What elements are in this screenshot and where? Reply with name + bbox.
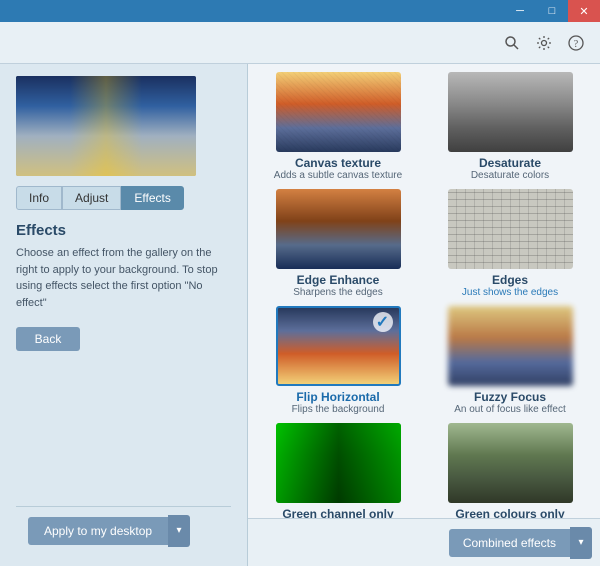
thumb-canvas-texture: [276, 72, 401, 152]
label-flip-horizontal: Flip Horizontal: [296, 390, 379, 404]
effect-flip-horizontal[interactable]: Flip Horizontal Flips the background: [256, 306, 420, 415]
section-title: Effects: [16, 222, 231, 239]
desc-flip-horizontal: Flips the background: [292, 404, 385, 415]
desc-edge-enhance: Sharpens the edges: [293, 287, 383, 298]
title-bar: ─ □ ✕: [0, 0, 600, 22]
effect-edge-enhance[interactable]: Edge Enhance Sharpens the edges: [256, 189, 420, 298]
left-panel: Info Adjust Effects Effects Choose an ef…: [0, 64, 248, 566]
desc-desaturate: Desaturate colors: [471, 170, 549, 181]
desc-fuzzy-focus: An out of focus like effect: [454, 404, 566, 415]
bottom-bar-right: Combined effects ▾: [248, 518, 600, 566]
combined-effects-button[interactable]: Combined effects: [449, 529, 570, 557]
thumb-green-colours: [448, 423, 573, 503]
thumb-desaturate: [448, 72, 573, 152]
desc-canvas-texture: Adds a subtle canvas texture: [274, 170, 402, 181]
minimize-button[interactable]: ─: [504, 0, 536, 22]
thumb-green-channel: [276, 423, 401, 503]
thumb-flip-horizontal: [276, 306, 401, 386]
desc-edges: Just shows the edges: [462, 287, 558, 298]
tab-effects[interactable]: Effects: [121, 186, 183, 210]
effects-grid-container[interactable]: Canvas texture Adds a subtle canvas text…: [248, 64, 600, 518]
effect-edges[interactable]: Edges Just shows the edges: [428, 189, 592, 298]
right-panel: Canvas texture Adds a subtle canvas text…: [248, 64, 600, 566]
tab-group: Info Adjust Effects: [16, 186, 231, 210]
toolbar: ?: [0, 22, 600, 64]
close-button[interactable]: ✕: [568, 0, 600, 22]
effect-canvas-texture[interactable]: Canvas texture Adds a subtle canvas text…: [256, 72, 420, 181]
maximize-button[interactable]: □: [536, 0, 568, 22]
tab-adjust[interactable]: Adjust: [62, 186, 121, 210]
help-icon[interactable]: ?: [564, 31, 588, 55]
apply-dropdown-button[interactable]: ▾: [168, 515, 190, 547]
label-edges: Edges: [492, 273, 528, 287]
main-container: ? Info Adjust Effects Effects Choose an …: [0, 22, 600, 566]
label-canvas-texture: Canvas texture: [295, 156, 381, 170]
label-fuzzy-focus: Fuzzy Focus: [474, 390, 546, 404]
back-button[interactable]: Back: [16, 327, 80, 351]
tab-info[interactable]: Info: [16, 186, 62, 210]
label-green-colours: Green colours only: [455, 507, 564, 518]
apply-button[interactable]: Apply to my desktop: [28, 517, 168, 545]
settings-icon[interactable]: [532, 31, 556, 55]
bottom-bar-left: Apply to my desktop ▾: [16, 506, 231, 554]
effect-fuzzy-focus[interactable]: Fuzzy Focus An out of focus like effect: [428, 306, 592, 415]
thumb-fuzzy-focus: [448, 306, 573, 386]
label-edge-enhance: Edge Enhance: [297, 273, 380, 287]
content-area: Info Adjust Effects Effects Choose an ef…: [0, 64, 600, 566]
effect-green-colours[interactable]: Green colours only Only keep greens: [428, 423, 592, 518]
section-desc: Choose an effect from the gallery on the…: [16, 245, 231, 311]
effect-green-channel[interactable]: Green channel only Remove everything but…: [256, 423, 420, 518]
combined-effects-dropdown[interactable]: ▾: [570, 527, 592, 559]
svg-text:?: ?: [574, 39, 579, 50]
effects-grid: Canvas texture Adds a subtle canvas text…: [256, 72, 592, 518]
label-green-channel: Green channel only: [282, 507, 393, 518]
preview-image: [16, 76, 196, 176]
search-icon[interactable]: [500, 31, 524, 55]
thumb-edge-enhance: [276, 189, 401, 269]
thumb-edges: [448, 189, 573, 269]
label-desaturate: Desaturate: [479, 156, 541, 170]
effect-desaturate[interactable]: Desaturate Desaturate colors: [428, 72, 592, 181]
